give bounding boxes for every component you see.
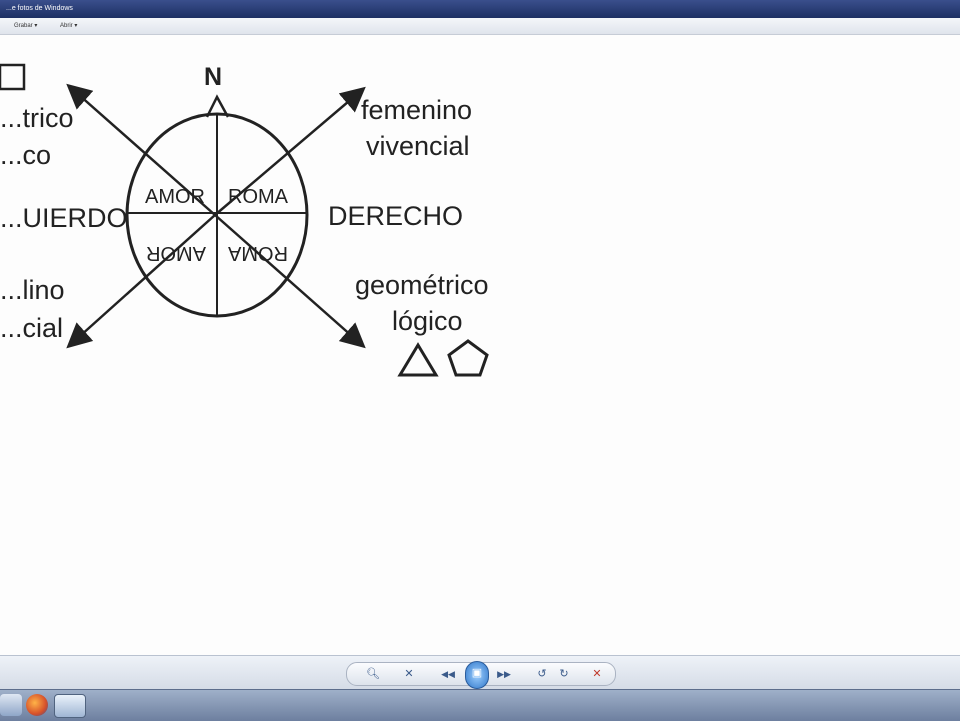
rotate-ccw-icon[interactable]: ↺ [533,663,551,685]
left-hemisphere-label: ...UIERDO [0,203,128,233]
app-icon[interactable] [0,694,22,716]
taskbar [0,689,960,721]
top-right-line-1: femenino [361,95,473,125]
viewer-control-bar: 🔍︎ ✕ ◀◀ ▣ ▶▶ ↺ ↻ ✕ [0,655,960,690]
bottom-right-line-1: geométrico [355,270,489,300]
quadrant-bottom-right-text: ROMA [227,242,288,264]
firefox-icon[interactable] [26,694,48,716]
menu-bar: Grabar ▾ Abrir ▾ [0,18,960,35]
next-icon[interactable]: ▶▶ [489,663,519,685]
magnifier-icon[interactable]: 🔍︎ [361,663,385,685]
photo-viewer-task-icon[interactable] [54,694,86,718]
square-shape [0,63,26,91]
top-left-line-2: ...co [0,140,52,170]
top-right-line-2: vivencial [366,131,470,161]
quadrant-top-right-text: ROMA [228,186,289,208]
pentagon-shape [447,339,489,377]
image-viewer: AMOR ROMA AMOR ROMA N ...trico ...co fem… [0,35,960,655]
window-titlebar: ...e fotos de Windows [0,0,960,18]
fit-icon[interactable]: ✕ [399,663,419,685]
slideshow-icon[interactable]: ▣ [465,661,489,689]
triangle-shape [397,342,439,377]
north-label: N [204,63,223,91]
rotate-cw-icon[interactable]: ↻ [555,663,573,685]
menu-abrir[interactable]: Abrir ▾ [60,18,77,34]
top-left-line-1: ...trico [0,103,74,133]
previous-icon[interactable]: ◀◀ [433,663,463,685]
bottom-left-line-2: ...cial [0,313,64,343]
window-title: ...e fotos de Windows [6,5,73,12]
bottom-left-line-1: ...lino [0,275,65,305]
right-hemisphere-label: DERECHO [328,201,464,231]
control-pill: 🔍︎ ✕ ◀◀ ▣ ▶▶ ↺ ↻ ✕ [346,661,616,689]
quadrant-bottom-left-text: AMOR [146,242,206,264]
delete-icon[interactable]: ✕ [587,663,607,685]
arrow-bottom-right [214,214,366,349]
bottom-right-line-2: lógico [392,306,463,336]
menu-grabar[interactable]: Grabar ▾ [14,18,37,34]
quadrant-top-left-text: AMOR [145,186,205,208]
arrow-bottom-left [66,214,216,349]
diagram-svg: AMOR ROMA AMOR ROMA [0,63,489,377]
